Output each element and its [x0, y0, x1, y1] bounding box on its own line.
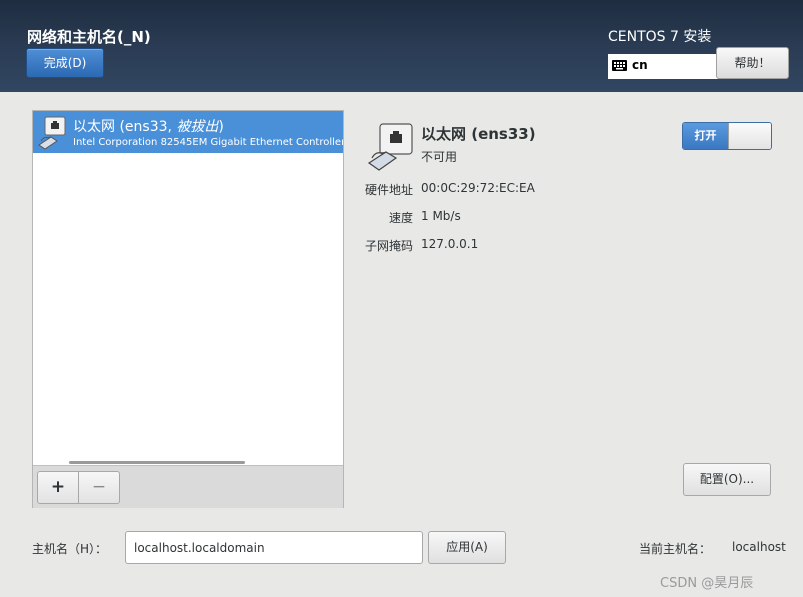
done-button[interactable]: 完成(D) [26, 48, 104, 78]
keyboard-layout-indicator[interactable]: cn [608, 54, 718, 79]
help-button[interactable]: 帮助！ [716, 47, 789, 79]
ethernet-icon [367, 123, 413, 171]
device-state: 被拔出 [176, 119, 219, 135]
device-toggle-switch[interactable]: 打开 [682, 122, 772, 150]
hostname-label: 主机名（H）： [32, 542, 108, 556]
current-hostname-value: localhost [732, 540, 786, 554]
device-description: Intel Corporation 82545EM Gigabit Ethern… [73, 137, 343, 148]
remove-device-button[interactable]: − [78, 471, 120, 504]
speed-label: 速度 [388, 211, 413, 225]
subnet-mask-label: 子网掩码 [364, 239, 413, 253]
subnet-mask-value: 127.0.0.1 [421, 237, 479, 251]
watermark: CSDN @昊月辰 [660, 576, 754, 591]
ethernet-icon [38, 116, 66, 150]
toggle-on-label: 打开 [683, 123, 728, 149]
hardware-address-label: 硬件地址 [364, 183, 413, 197]
device-list-toolbar: + − [33, 465, 343, 508]
page-title: 网络和主机名(_N) [27, 28, 151, 46]
device-name: 以太网 (ens33, 被拔出) [73, 119, 224, 135]
keyboard-icon [612, 60, 627, 71]
keyboard-layout-label: cn [632, 58, 648, 72]
toggle-knob [728, 123, 771, 149]
device-list-panel: 以太网 (ens33, 被拔出) Intel Corporation 82545… [32, 110, 344, 508]
header-bar: 网络和主机名(_N) 完成(D) CENTOS 7 安装 cn 帮助！ [0, 0, 803, 92]
apply-button[interactable]: 应用(A) [428, 531, 506, 564]
add-device-button[interactable]: + [37, 471, 79, 504]
speed-value: 1 Mb/s [421, 209, 461, 223]
current-hostname-label: 当前主机名： [639, 542, 712, 556]
configure-button[interactable]: 配置(O)... [683, 463, 771, 496]
device-list-item[interactable]: 以太网 (ens33, 被拔出) Intel Corporation 82545… [33, 111, 343, 153]
hostname-input[interactable] [125, 531, 423, 564]
hardware-address-value: 00:0C:29:72:EC:EA [421, 181, 535, 195]
device-detail-name: 以太网 (ens33) [421, 125, 536, 143]
product-title: CENTOS 7 安装 [608, 29, 712, 45]
device-status: 不可用 [421, 150, 458, 164]
device-list: 以太网 (ens33, 被拔出) Intel Corporation 82545… [33, 111, 343, 465]
horizontal-scrollbar[interactable] [69, 461, 245, 464]
